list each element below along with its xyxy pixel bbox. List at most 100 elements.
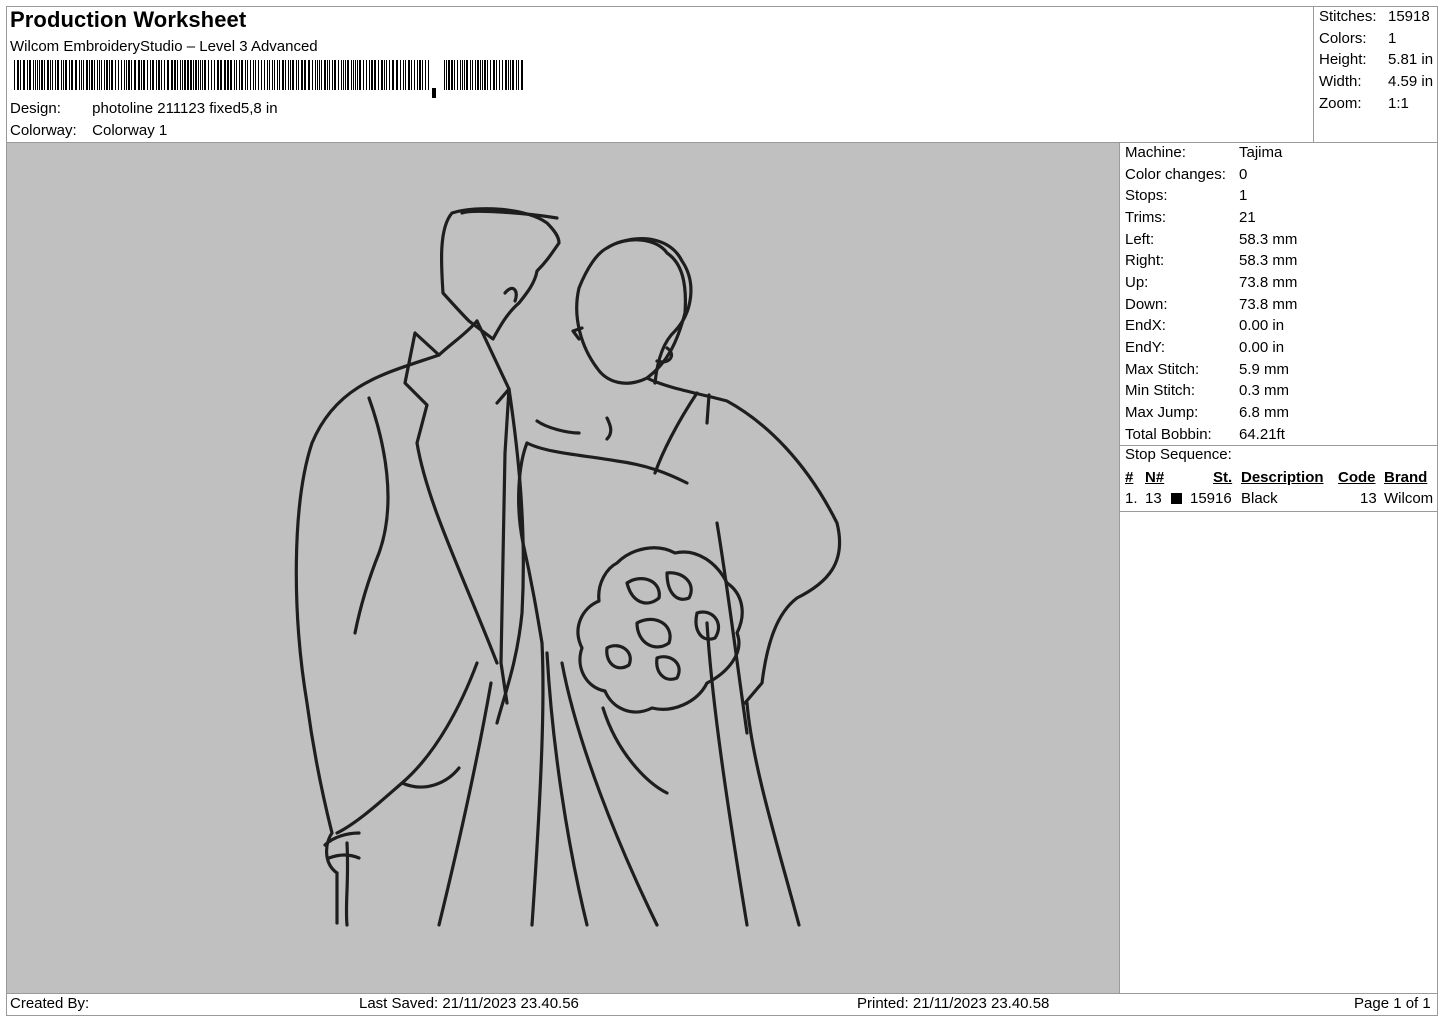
prop-label: Color changes: [1125,166,1226,183]
prop-value: 73.8 mm [1239,274,1298,291]
design-barcode [14,60,523,98]
prop-value: 1 [1239,187,1248,204]
barcode-bar [334,60,336,90]
prop-label: Machine: [1125,144,1186,161]
barcode-bar [37,60,38,90]
barcode-bar [33,60,34,90]
col-header-num: # [1125,469,1134,486]
design-preview [7,143,1119,993]
barcode-bar [482,60,483,90]
barcode-bar [464,60,465,90]
barcode-bar [279,60,280,90]
software-name: Wilcom EmbroideryStudio – Level 3 Advanc… [10,38,318,55]
prop-trims: Trims: 21 [1125,209,1256,226]
barcode-bar [250,60,251,90]
prop-label: Trims: [1125,209,1167,226]
barcode-bar [408,60,410,90]
barcode-bar [324,60,326,90]
prop-label: Left: [1125,231,1155,248]
barcode-bar [106,60,108,90]
design-value: photoline 211123 fixed5,8 in [92,100,278,117]
barcode-comma [432,88,436,98]
embroidery-artwork [294,207,842,927]
barcode-bar [274,60,275,90]
barcode-bar [143,60,145,90]
barcode-bar [472,60,473,90]
barcode-bar [419,60,421,90]
prop-endy: EndY: 0.00 in [1125,339,1284,356]
barcode-bar [171,60,173,90]
barcode-bar [516,60,517,90]
barcode-bar [245,60,246,90]
prop-value: 5.9 mm [1239,361,1290,378]
barcode-bar [267,60,268,90]
barcode-bar [91,60,93,90]
barcode-bar [180,60,181,90]
prop-label: Up: [1125,274,1149,291]
barcode-bar [220,60,222,90]
prop-label: EndX: [1125,317,1166,334]
barcode-bar [65,60,67,90]
barcode-bar [134,60,136,90]
barcode-bar [359,60,361,90]
barcode-bar [338,60,339,90]
barcode-bar [214,60,215,90]
col-header-stitches: St. [1213,469,1233,486]
barcode-bar [55,60,56,90]
barcode-bar [138,60,140,90]
barcode-bar [109,60,110,90]
barcode-bar [490,60,491,90]
barcode-bar [261,60,262,90]
barcode-bar [41,60,43,90]
barcode-bar [269,60,270,90]
barcode-bar [332,60,333,90]
barcode-bar [227,60,229,90]
barcode-bar [417,60,418,90]
barcode-bar [508,60,509,90]
barcode-bar [247,60,248,90]
worksheet-footer: Created By: Last Saved: 21/11/2023 23.40… [6,993,1438,1016]
row-stitches: 15916 [1190,490,1232,507]
barcode-bar [329,60,330,90]
barcode-bar [428,60,429,90]
prop-machine: Machine: Tajima [1125,144,1282,161]
barcode-bar [466,60,468,90]
barcode-bar [234,60,235,90]
prop-value: 0.00 in [1239,339,1285,356]
barcode-bar [384,60,385,90]
barcode-bar [264,60,265,90]
barcode-bar [345,60,346,90]
barcode-bar [292,60,294,90]
barcode-bar [241,60,243,90]
barcode-bar [446,60,447,90]
barcode-bar [89,60,90,90]
barcode-bar [493,60,495,90]
barcode-bar [396,60,398,90]
barcode-bar [164,60,165,90]
barcode-bar [177,60,178,90]
barcode-bar [304,60,306,90]
stat-label: Colors: [1319,30,1367,47]
barcode-bar [17,60,19,90]
barcode-bar [510,60,511,90]
barcode-bar [403,60,404,90]
row-needle: 13 [1145,490,1162,507]
printed-date: Printed: 21/11/2023 23.40.58 [857,995,1050,1012]
barcode-bar [475,60,476,90]
barcode-bar [202,60,203,90]
barcode-bar [272,60,273,90]
stat-label: Width: [1319,73,1362,90]
barcode-bar [224,60,226,90]
barcode-bar [44,60,45,90]
colorway-label: Colorway: [10,122,77,139]
barcode-bar [104,60,105,90]
barcode-bar [317,60,318,90]
barcode-bar [282,60,284,90]
barcode-bar [239,60,240,90]
barcode-bar [39,60,40,90]
barcode-bar [512,60,514,90]
barcode-bar [83,60,84,90]
machine-info-panel: Machine: Tajima Color changes: 0 Stops: 1 T… [1119,143,1438,993]
barcode-bar [14,60,15,90]
prop-color-changes: Color changes: 0 [1125,166,1247,183]
